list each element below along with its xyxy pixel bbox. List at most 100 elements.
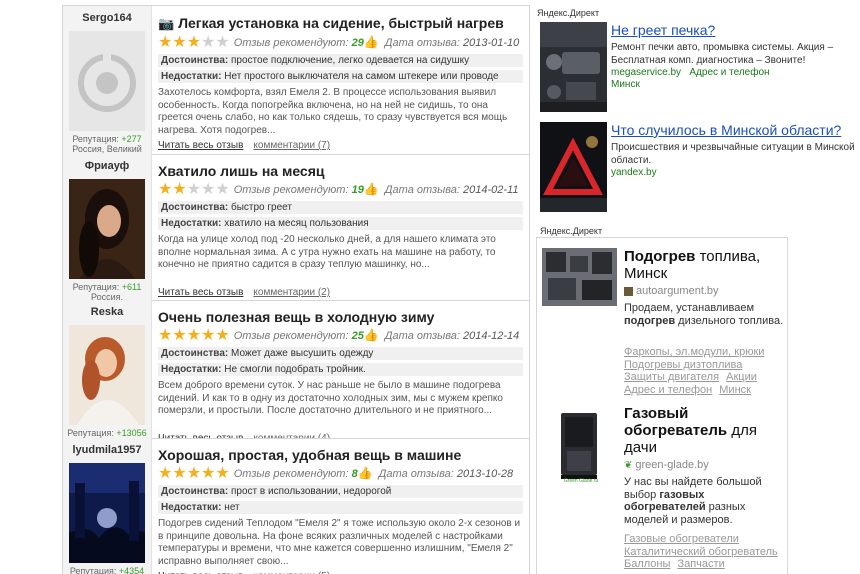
ad-image-caption: Green Glade.ru [563,478,599,484]
ad-title-link[interactable]: Подогрев топлива, Минск [624,248,784,282]
thumbs-up-icon[interactable]: 👍 [364,182,379,196]
thumbs-up-icon[interactable]: 👍 [364,328,379,342]
ad-image-warning-triangle[interactable] [540,122,607,212]
review-title[interactable]: Очень полезная вещь в холодную зиму [158,309,523,325]
ad-extra-link[interactable]: Адрес и телефон [689,67,769,78]
star-icon: ★ [201,34,216,52]
comments-link[interactable]: комментарии (7) [253,140,330,151]
reputation: Репутация: +611 [72,282,142,292]
review-item: lyudmila1957Репутация: +4354Россия, Улан… [63,438,529,574]
avatar[interactable] [69,179,145,279]
star-icon: ★ [186,181,202,199]
star-icon: ★ [186,327,202,345]
reviewer-panel: ReskaРепутация: +13056Россия, Киров [63,300,152,438]
review-date: 2014-02-11 [462,184,519,196]
star-icon: ★ [215,465,230,483]
ad-url-link[interactable]: autoargument.by [636,285,719,297]
avatar[interactable] [69,31,145,131]
favicon-icon [624,286,633,296]
review-date: 2013-01-10 [462,37,520,49]
ad-sitelinks: Газовые обогреватели Каталитический обог… [624,533,784,571]
star-icon: ★ [201,465,216,483]
review-meta: ★★★★★ Отзыв рекомендуют: 19👍 Дата отзыва: … [158,181,519,199]
review-text: Всем доброго времени суток. У нас раньше… [158,380,503,416]
avatar[interactable] [69,325,145,425]
rating-stars: ★★★★★ [158,181,230,199]
ad-image-gas-heater[interactable] [557,411,603,487]
reviewer-name[interactable]: lyudmila1957 [63,444,151,456]
reviewer-panel: Sergo164Репутация: +277Россия, Великий У… [63,6,152,154]
ad-url-link[interactable]: megaservice.by [611,67,681,78]
star-icon: ★ [172,34,187,52]
ad-sitelink[interactable]: Газовые обогреватели [624,533,739,545]
review-meta: ★★★★★ Отзыв рекомендуют: 29👍 Дата отзыва: … [158,34,520,52]
ad-sitelink[interactable]: Минск [719,384,751,396]
ad-image-fuel-heater[interactable] [542,248,617,306]
rating-stars: ★★★★★ [158,465,230,483]
review-meta: ★★★★★ Отзыв рекомендуют: 25👍 Дата отзыва: … [158,327,520,345]
avatar[interactable] [69,463,145,563]
camera-icon: 📷 [158,16,175,31]
review-pros: Достоинства: простое подключение, легко … [158,54,523,67]
thumbs-up-icon[interactable]: 👍 [364,35,379,49]
ad-sitelink[interactable]: Баллоны [624,558,670,570]
ad-sitelink[interactable]: Запчасти [677,558,724,570]
review-text: Когда на улице холод под -20 несколько д… [158,234,496,270]
leaf-icon: ❦ [624,460,633,471]
read-full-review-link[interactable]: Читать весь отзыв [158,140,243,151]
ad-description: Происшествия и чрезвычайные ситуации в М… [611,142,855,166]
review-title[interactable]: Хватило лишь на месяц [158,163,523,179]
reputation: Репутация: +13056 [67,428,147,438]
reviewer-name[interactable]: Sergo164 [63,12,151,24]
review-meta: ★★★★★ Отзыв рекомендуют: 8👍 Дата отзыва: 2… [158,465,514,483]
star-icon: ★ [158,465,173,483]
ad-item[interactable]: Подогрев топлива, Минск autoargument.by … [537,238,787,398]
ad-title-link[interactable]: Не греет печка? [611,22,856,38]
ad-item[interactable]: Что случилось в Минской области? Происше… [540,122,860,214]
reviewer-name[interactable]: Фриауф [63,160,151,172]
review-item: ReskaРепутация: +13056Россия, КировОчень… [63,300,529,439]
reviewer-name[interactable]: Reska [63,306,151,318]
star-icon: ★ [215,181,230,199]
star-icon: ★ [186,465,202,483]
ad-url-link[interactable]: green-glade.by [635,459,708,471]
comments-link[interactable]: комментарии (2) [253,287,330,298]
ad-item[interactable]: Не греет печка? Ремонт печки авто, промы… [540,22,860,114]
review-title[interactable]: 📷 Легкая установка на сидение, быстрый на… [158,15,523,32]
star-icon: ★ [215,34,230,52]
star-icon: ★ [172,327,187,345]
review-text: Захотелось комфорта, взял Емеля 2. В про… [158,87,508,136]
ad-title-link[interactable]: Что случилось в Минской области? [611,122,856,138]
rating-stars: ★★★★★ [158,34,230,52]
star-icon: ★ [172,181,187,199]
read-full-review-link[interactable]: Читать весь отзыв [158,287,243,298]
ad-sitelinks: Фаркопы, эл.модули, крюки Подогревы дизт… [624,346,784,396]
reviews-list: Sergo164Репутация: +277Россия, Великий У… [62,5,530,574]
ads-side-label: Яндекс.Директ [540,226,603,236]
ads-top: Не греет печка? Ремонт печки авто, промы… [540,22,860,214]
ad-sitelink[interactable]: Подогревы дизтоплива [624,359,742,371]
ads-top-label: Яндекс.Директ [537,8,600,18]
review-pros: Достоинства: Может даже высушить одежду [158,347,523,360]
review-cons: Недостатки: Не смогли подобрать тройник. [158,363,523,376]
ad-image-car-dashboard[interactable] [540,22,607,112]
ad-description: Продаем, устанавливаем подогрев дизельно… [624,302,784,327]
thumbs-up-icon[interactable]: 👍 [358,466,373,480]
reviewer-panel: lyudmila1957Репутация: +4354Россия, Улан… [63,438,152,574]
ad-item[interactable]: Green Glade.ru Газовый обогреватель для … [537,403,787,574]
review-title[interactable]: Хорошая, простая, удобная вещь в машине [158,447,523,463]
review-item: ФриауфРепутация: +611Россия, Екатеринбур… [63,154,529,301]
ad-sitelink[interactable]: Защиты двигателя [624,371,719,383]
ad-sitelink[interactable]: Каталитический обогреватель [624,546,778,558]
star-icon: ★ [215,327,230,345]
recommend-count: 8 [351,468,358,480]
reviewer-panel: ФриауфРепутация: +611Россия, Екатеринбур… [63,154,152,300]
ad-title-link[interactable]: Газовый обогреватель для дачи [624,405,784,456]
ad-sitelink[interactable]: Акции [726,371,757,383]
star-icon: ★ [172,465,187,483]
reputation: Репутация: +277 [72,134,142,144]
ad-sitelink[interactable]: Адрес и телефон [624,384,712,396]
ad-sitelink[interactable]: Фаркопы, эл.модули, крюки [624,346,764,358]
ad-url-link[interactable]: yandex.by [611,167,856,179]
ad-description: Ремонт печки авто, промывка системы. Акц… [611,42,834,66]
